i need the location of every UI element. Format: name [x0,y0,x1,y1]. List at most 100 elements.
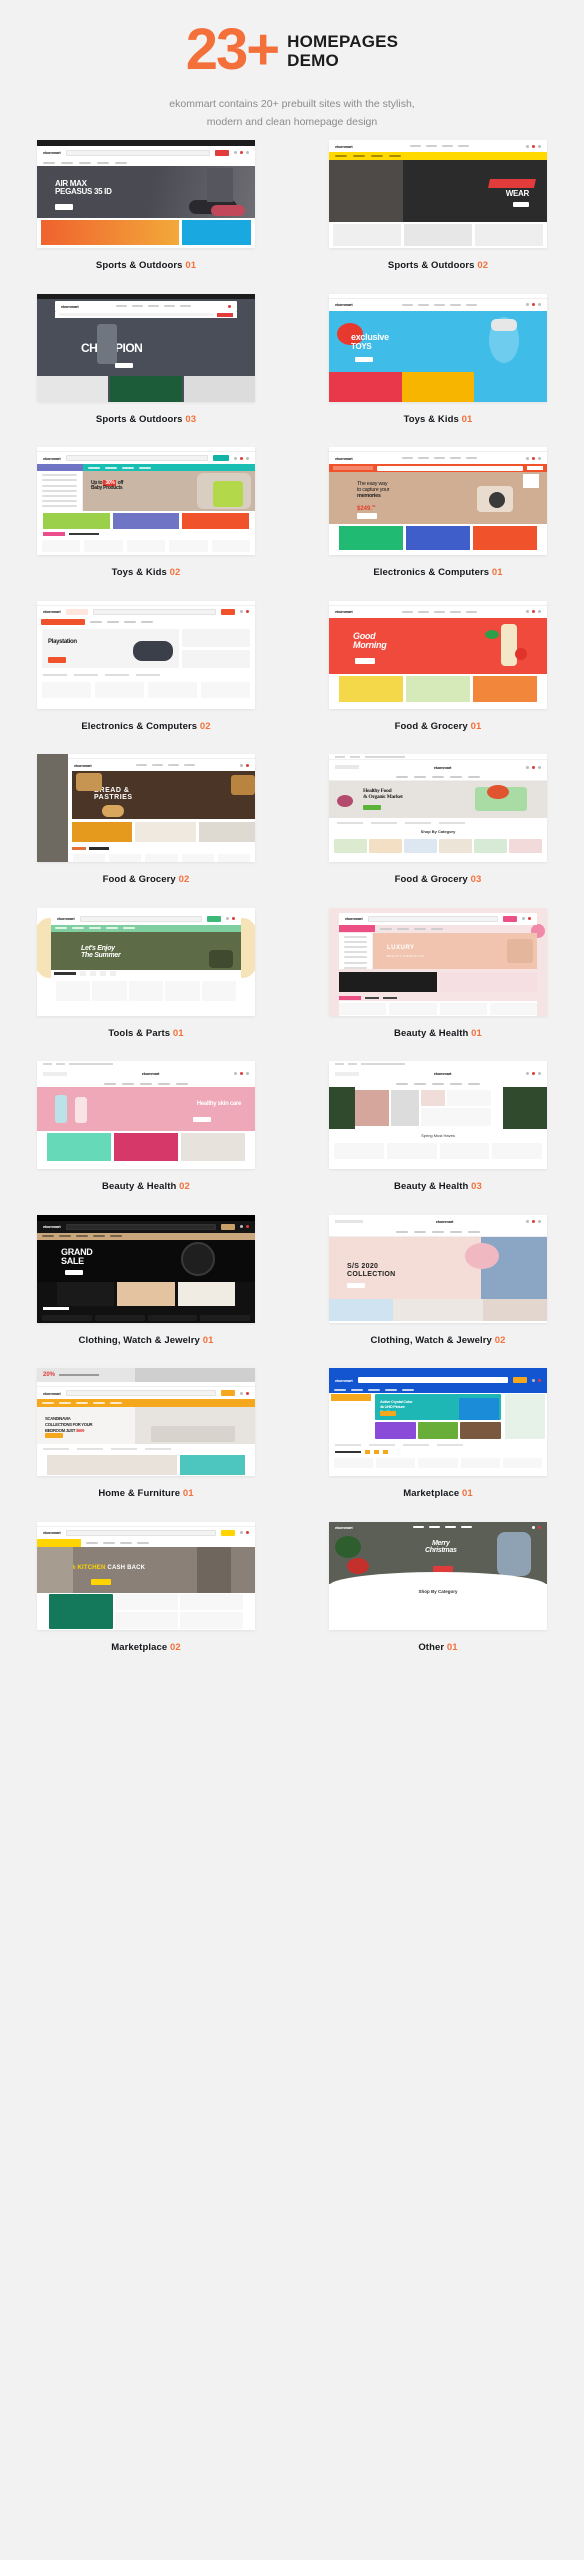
promo-tile[interactable] [474,371,547,402]
deal-badge[interactable] [65,608,88,615]
promo-tile[interactable] [375,1422,416,1439]
hero-cta[interactable] [433,1565,453,1572]
demo-thumbnail[interactable]: ekommart GRAND SALE [37,1214,255,1323]
demo-thumbnail[interactable]: ekommart The easy way to capture your memo… [329,447,547,555]
promo-tile[interactable] [180,1612,243,1629]
search-input[interactable] [357,1377,508,1383]
hero-cta[interactable] [363,805,381,810]
hero-cta[interactable] [193,1117,211,1122]
category-sidebar[interactable] [339,932,373,969]
promo-tile[interactable] [180,1455,245,1475]
hero-cta[interactable] [355,657,375,664]
promo-tile[interactable] [180,1593,243,1610]
promo-tile[interactable] [117,1281,175,1306]
promo-tile[interactable] [115,1593,178,1610]
promo-tile[interactable] [329,1298,394,1321]
promo-tile[interactable] [339,675,403,702]
demo-card[interactable]: ekommart Healthy skin care Beauty & Heal… [0,1054,292,1208]
hero-cta[interactable] [347,1282,365,1288]
hero-cta[interactable] [65,1269,83,1275]
demo-card[interactable]: 20% ekommart SCANDINAVIA COLLECTIONS FOR … [0,1361,292,1515]
promo-tile[interactable] [47,1133,111,1161]
hero-cta[interactable] [380,1411,396,1417]
promo-tile[interactable] [473,675,537,702]
demo-thumbnail[interactable]: ekommart Merry Christmas Shop By Category [329,1521,547,1630]
demo-thumbnail[interactable]: ekommart Active Crystal Color 4k UHD Pic… [329,1368,547,1476]
demo-thumbnail[interactable]: ekommart Spring Must Haves [329,1061,547,1169]
promo-tile[interactable] [198,822,255,842]
hero-cta[interactable] [45,1433,63,1438]
search-button[interactable] [503,915,517,922]
promo-tile[interactable] [329,371,402,402]
demo-card[interactable]: ekommart S/S 2020 COLLECTION Clothing, W… [292,1208,584,1362]
promo-tile[interactable] [406,526,470,550]
category-sidebar[interactable] [37,471,83,511]
search-input[interactable] [65,455,208,461]
promo-tile[interactable] [333,224,401,246]
promo-tile[interactable] [339,971,437,992]
promo-tile[interactable] [482,1298,547,1321]
nav-links[interactable] [84,305,223,307]
nav-links[interactable] [358,303,521,306]
hero-cta[interactable] [357,513,377,519]
demo-card[interactable]: ekommart SPORTSWEAR [292,133,584,287]
demo-thumbnail[interactable]: ekommart Let's Enjoy The Summer [37,907,255,1016]
demo-card[interactable]: ekommart Good Morning Food & Grocery 01 [292,594,584,748]
promo-tile[interactable] [404,224,472,246]
demo-card[interactable]: ekommart Active Crystal Color 4k UHD Pic… [292,1361,584,1515]
promo-tile[interactable] [181,1133,245,1161]
search-button[interactable] [213,455,229,461]
promo-tile[interactable] [110,375,182,402]
nav-links[interactable] [358,457,521,459]
promo-tile[interactable] [49,1593,113,1629]
promo-tile[interactable] [182,513,250,529]
demo-thumbnail[interactable]: ekommart LUXURY BEAUTY PRODUCTS [329,907,547,1016]
search-input[interactable] [65,1390,216,1396]
demo-card[interactable]: ekommart 10% KITCHEN CASH BACK Marketpla… [0,1515,292,1669]
demo-card[interactable]: ekommart GRAND SALE Clothing, Watch & Je… [0,1208,292,1362]
promo-tile[interactable] [37,375,109,402]
search-input[interactable] [92,608,216,615]
promo-tile[interactable] [460,1422,502,1439]
promo-tile[interactable] [183,375,255,402]
search-button[interactable] [221,1223,235,1230]
promo-tile[interactable] [57,1281,115,1306]
search-input[interactable] [65,149,210,156]
demo-card[interactable]: ekommart Merry Christmas Shop By Category [292,1515,584,1669]
demo-card[interactable]: ekommart Healthy Food & Organic Market Sh… [292,747,584,901]
promo-tile[interactable] [417,1422,459,1439]
promo-tile[interactable] [475,224,543,246]
demo-card[interactable]: ekommart LUXURY BEAUTY PRODUCTS Beauty &… [292,901,584,1055]
demo-card[interactable]: ekommart The easy way to capture your memo… [292,440,584,594]
search-button[interactable] [221,1390,235,1396]
demo-thumbnail[interactable]: 20% ekommart SCANDINAVIA COLLECTIONS FOR … [37,1368,255,1476]
search-input[interactable] [65,1223,216,1230]
promo-tile[interactable] [393,1298,483,1321]
nav-links[interactable] [358,610,521,613]
hero-cta[interactable] [55,204,73,210]
promo-tile[interactable] [181,649,250,668]
promo-tile[interactable] [182,220,251,245]
demo-thumbnail[interactable]: ekommart SPORTSWEAR [329,140,547,248]
demo-card[interactable]: ekommart Up to 30% off Baby Products Toy… [0,440,292,594]
search-button[interactable] [221,608,235,615]
demo-thumbnail[interactable]: ekommart Up to 30% off Baby Products [37,447,255,555]
promo-tile[interactable] [181,628,250,647]
promo-tile[interactable] [72,822,133,842]
search-input[interactable] [79,915,202,922]
demo-thumbnail[interactable]: ekommart Good Morning [329,600,547,709]
demo-thumbnail[interactable]: ekommart AIR MAX PEGASUS 35 ID [37,140,255,248]
promo-tile[interactable] [135,822,196,842]
search-button[interactable] [207,915,221,922]
demo-thumbnail[interactable]: ekommart Healthy Food & Organic Market Sh… [329,754,547,862]
promo-tile[interactable] [339,526,403,550]
demo-card[interactable]: ekommart exclusive TOYS Toys & Kids 01 [292,287,584,441]
nav-links[interactable] [97,764,235,766]
demo-card[interactable]: ekommart Playstation Electronics & Compu… [0,594,292,748]
hero-cta[interactable] [115,362,133,368]
search-button[interactable] [513,1377,527,1383]
demo-card[interactable]: ekommart Let's Enjoy The Summer Tools & … [0,901,292,1055]
promo-tile[interactable] [115,1612,178,1629]
search-button[interactable] [221,1529,235,1536]
search-input[interactable] [65,1529,216,1536]
